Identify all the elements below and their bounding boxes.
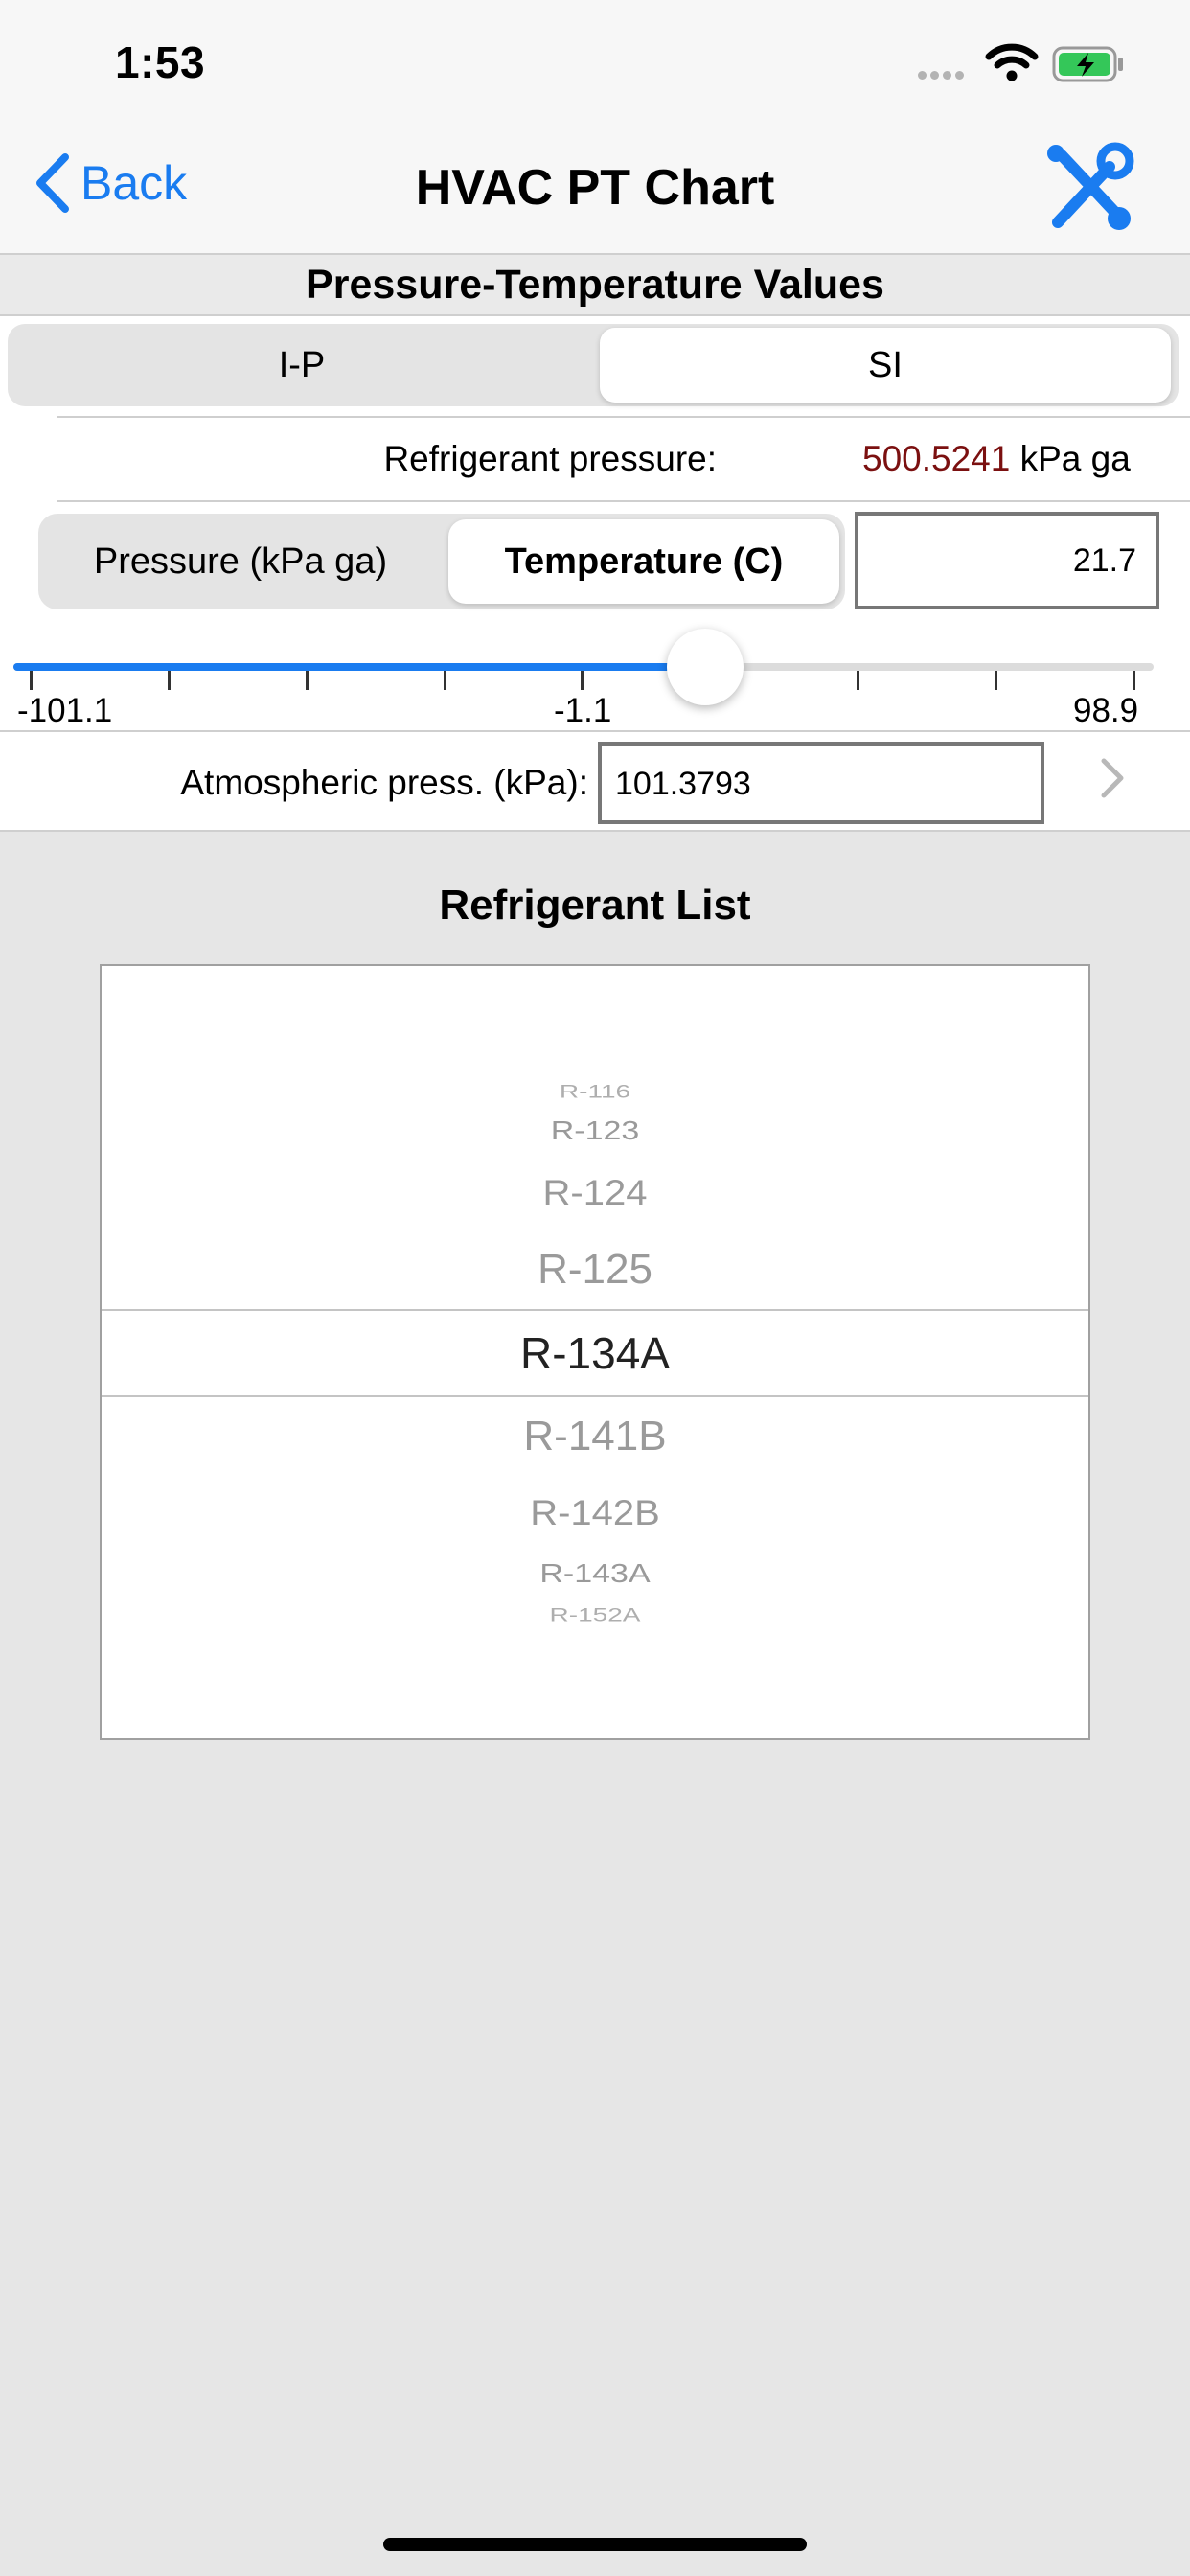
divider xyxy=(0,830,1190,832)
refrigerant-pressure-label: Refrigerant pressure: xyxy=(383,439,717,478)
picker-item[interactable]: R-142B xyxy=(102,1491,1088,1535)
mode-segmented-control: Pressure (kPa ga) Temperature (C) xyxy=(38,514,845,610)
pressure-unit: kPa ga xyxy=(1019,439,1131,478)
chevron-right-icon[interactable] xyxy=(1100,757,1125,804)
picker-item[interactable]: R-116 xyxy=(102,1080,1088,1103)
pressure-number: 500.5241 xyxy=(862,439,1011,478)
picker-item-selected[interactable]: R-134A xyxy=(102,1326,1088,1380)
slider-tick xyxy=(857,671,859,690)
slider-tick xyxy=(1133,671,1135,690)
slider-tick xyxy=(581,671,584,690)
slider-tick xyxy=(168,671,171,690)
picker-item[interactable]: R-143A xyxy=(102,1558,1088,1590)
page-title: HVAC PT Chart xyxy=(415,160,775,216)
status-time: 1:53 xyxy=(115,37,206,87)
battery-charging-icon xyxy=(1052,46,1125,87)
slider-thumb[interactable] xyxy=(667,629,744,705)
picker-item[interactable]: R-152A xyxy=(102,1603,1088,1626)
slider-tick xyxy=(30,671,33,690)
picker-item[interactable]: R-124 xyxy=(102,1171,1088,1215)
mode-option-pressure[interactable]: Pressure (kPa ga) xyxy=(44,519,437,604)
unit-option-ip[interactable]: I-P xyxy=(15,328,588,402)
mode-option-temperature[interactable]: Temperature (C) xyxy=(448,519,839,604)
refrigerant-picker[interactable]: R-116 R-123 R-124 R-125 R-134A R-141B R-… xyxy=(100,964,1090,1740)
refrigerant-list-title: Refrigerant List xyxy=(439,882,751,929)
divider xyxy=(57,500,1190,502)
cellular-signal-icon xyxy=(918,67,968,84)
divider xyxy=(0,730,1190,732)
home-indicator xyxy=(383,2538,807,2551)
tools-icon[interactable] xyxy=(1042,142,1134,239)
refrigerant-pressure-value: 500.5241 kPa ga xyxy=(862,439,1131,479)
slider-fill xyxy=(13,663,705,671)
divider xyxy=(57,416,1190,418)
atmospheric-pressure-input[interactable]: 101.3793 xyxy=(598,742,1044,824)
section-title: Pressure-Temperature Values xyxy=(0,255,1190,314)
slider-tick xyxy=(444,671,446,690)
slider-min-label: -101.1 xyxy=(17,692,113,729)
slider-tick xyxy=(306,671,309,690)
atmospheric-pressure-label: Atmospheric press. (kPa): xyxy=(180,763,588,802)
slider-max-label: 98.9 xyxy=(1073,692,1139,729)
temperature-input[interactable]: 21.7 xyxy=(855,512,1159,610)
slider-mid-label: -1.1 xyxy=(554,692,612,729)
picker-item[interactable]: R-141B xyxy=(102,1411,1088,1462)
unit-segmented-control: I-P SI xyxy=(8,324,1179,406)
slider-tick xyxy=(995,671,997,690)
wifi-icon xyxy=(985,42,1039,87)
picker-item[interactable]: R-123 xyxy=(102,1116,1088,1147)
picker-item[interactable]: R-125 xyxy=(102,1244,1088,1296)
unit-option-si[interactable]: SI xyxy=(600,328,1171,402)
